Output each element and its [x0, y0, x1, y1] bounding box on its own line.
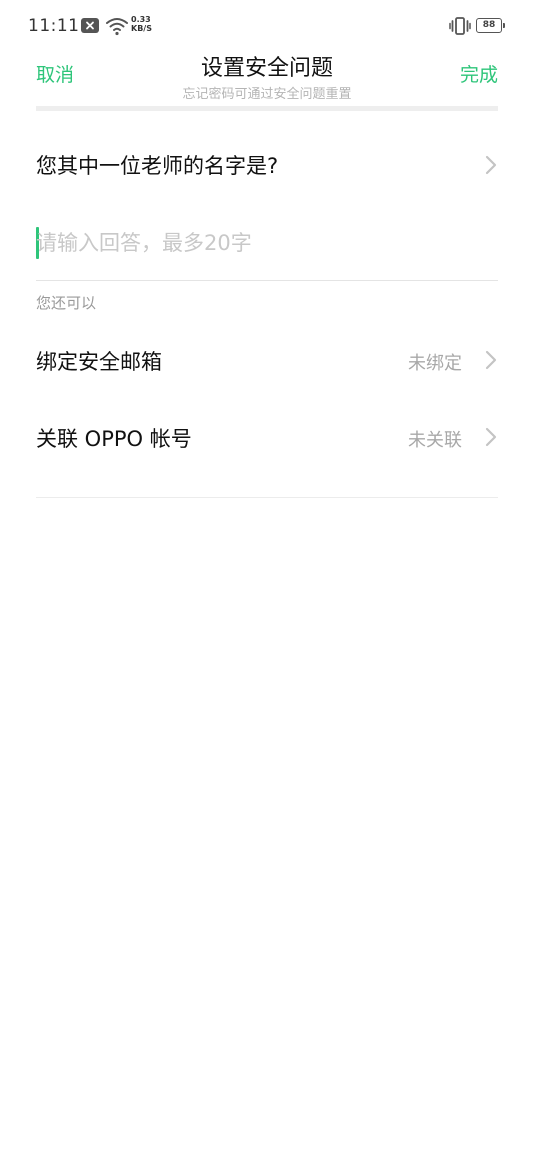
security-question-selector[interactable]: 您其中一位老师的名字是? [36, 126, 498, 204]
security-question-text: 您其中一位老师的名字是? [36, 154, 279, 178]
answer-input[interactable] [36, 224, 476, 262]
done-button[interactable]: 完成 [460, 60, 498, 87]
page-title: 设置安全问题 [200, 56, 333, 81]
header-divider [36, 106, 498, 111]
bind-email-row[interactable]: 绑定安全邮箱 未绑定 [36, 324, 498, 400]
link-oppo-account-status: 未关联 [408, 430, 462, 451]
header: 取消 设置安全问题 忘记密码可通过安全问题重置 完成 [0, 48, 534, 106]
status-bar: 11:11 0.33 KB/S 88 [0, 0, 534, 52]
network-speed-value: 0.33 [131, 15, 151, 24]
link-oppo-account-label: 关联 OPPO 帐号 [36, 427, 192, 451]
vibrate-icon [449, 17, 471, 35]
more-options-label: 您还可以 [36, 294, 97, 312]
bind-email-label: 绑定安全邮箱 [36, 350, 162, 374]
status-time: 11:11 [28, 16, 80, 36]
chevron-right-icon [485, 427, 497, 447]
battery-level: 88 [482, 20, 496, 30]
network-speed: 0.33 KB/S [131, 15, 161, 33]
battery-icon: 88 [476, 18, 505, 33]
list-bottom-divider [36, 497, 498, 498]
answer-divider [36, 280, 498, 281]
page-subtitle: 忘记密码可通过安全问题重置 [182, 87, 352, 102]
bind-email-status: 未绑定 [408, 353, 462, 374]
notification-x-icon [81, 18, 99, 33]
chevron-right-icon [485, 350, 497, 370]
network-speed-unit: KB/S [131, 24, 152, 33]
link-oppo-account-row[interactable]: 关联 OPPO 帐号 未关联 [36, 401, 498, 477]
answer-field-container [36, 210, 498, 280]
wifi-icon [106, 18, 128, 36]
chevron-right-icon [485, 155, 497, 175]
